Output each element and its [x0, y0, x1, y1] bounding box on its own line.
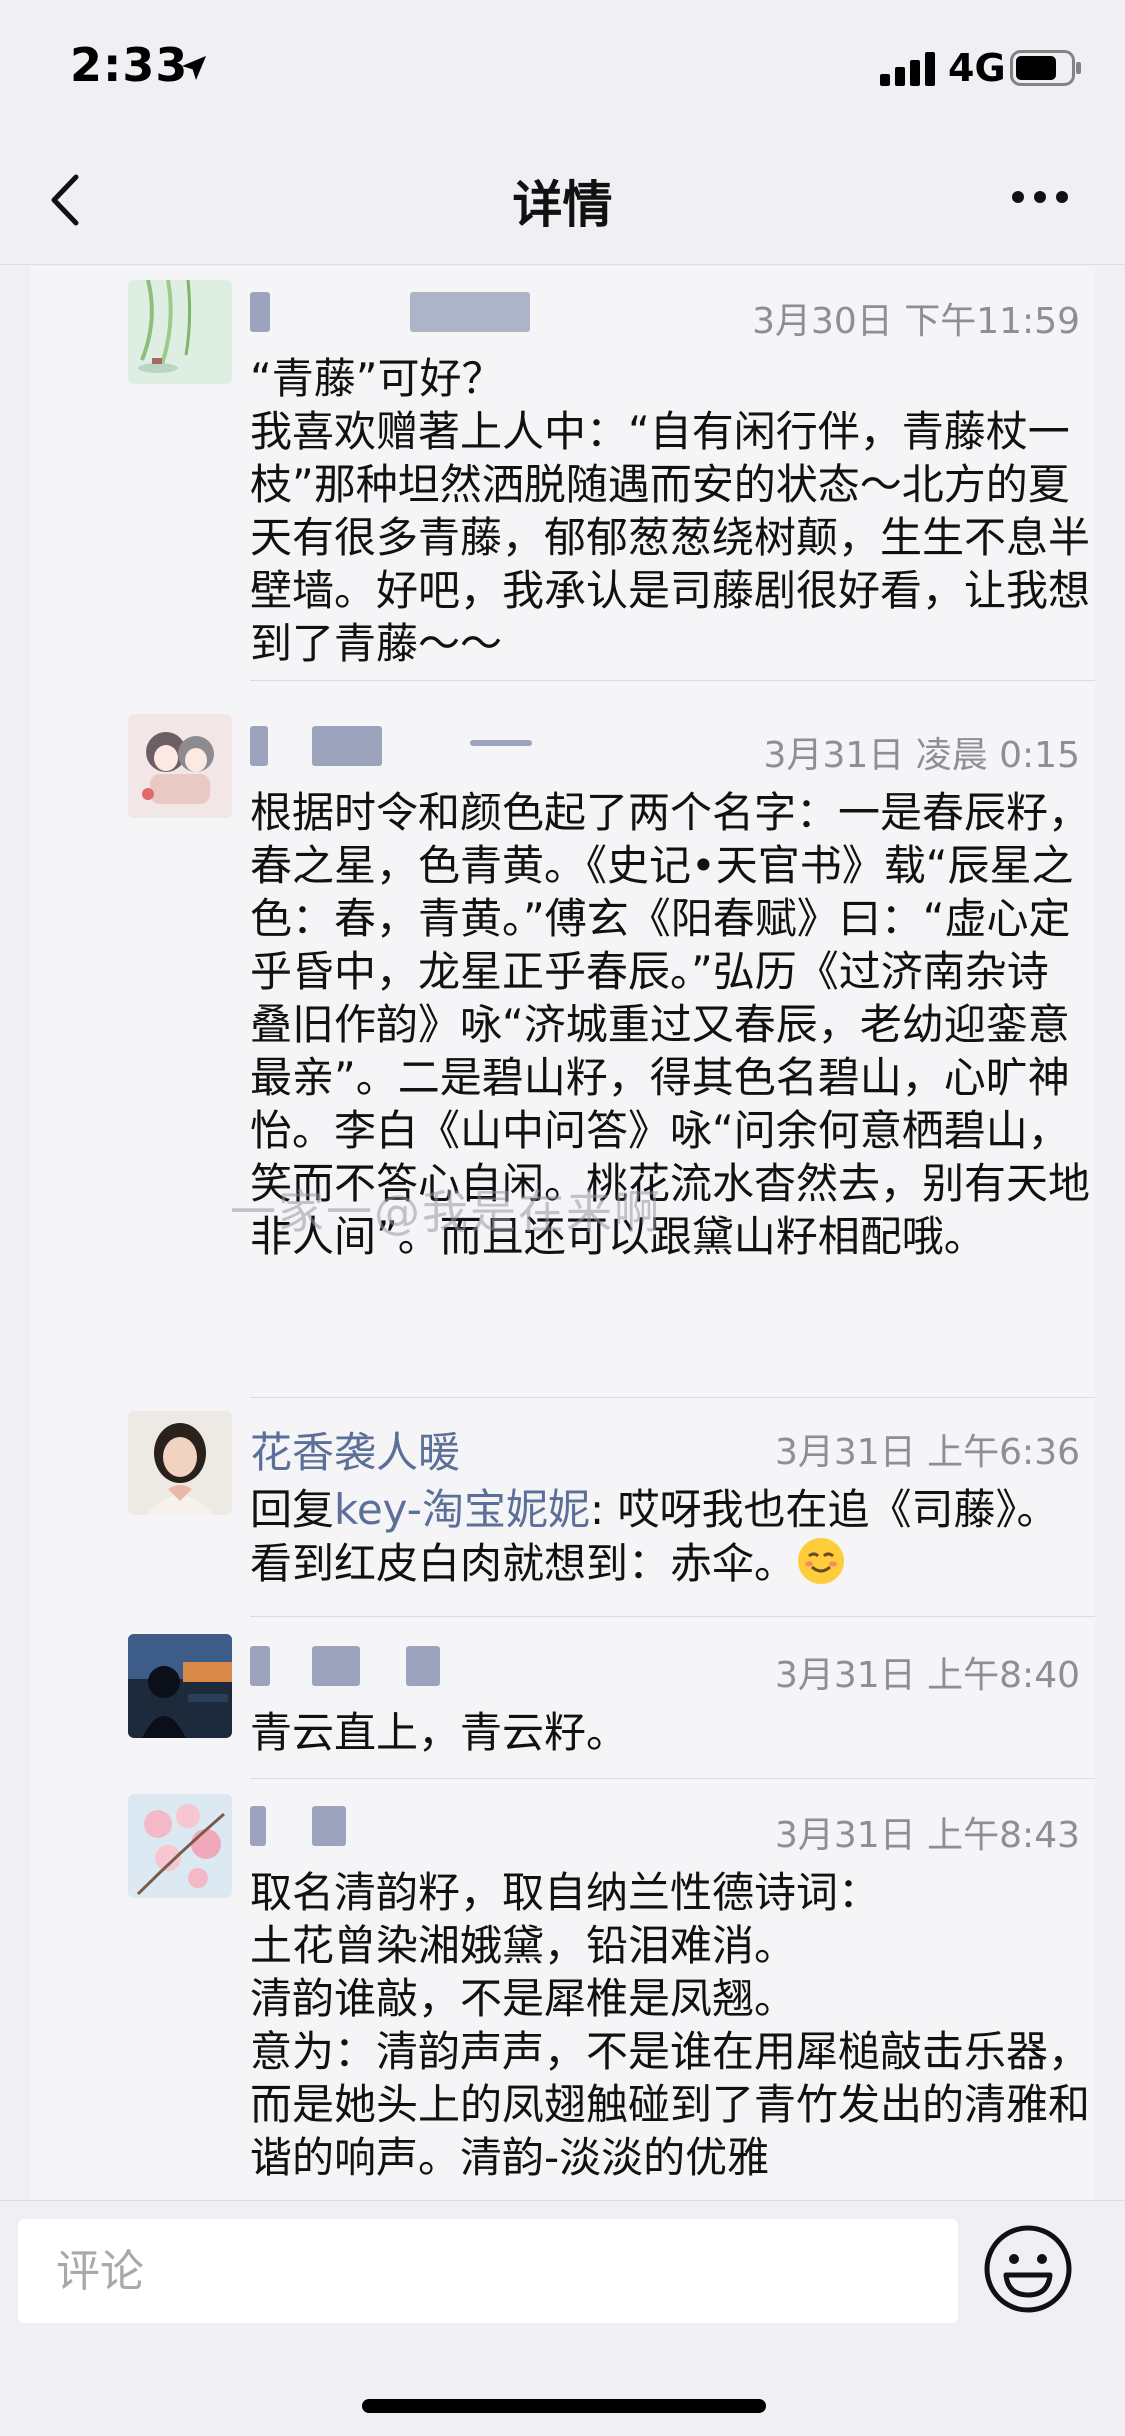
avatar[interactable]	[128, 280, 232, 384]
comment-text: 青云直上，青云籽。	[250, 1708, 629, 1757]
signal-icon	[880, 52, 936, 86]
reply-target-name[interactable]: key-淘宝妮妮	[334, 1485, 590, 1534]
comment-time: 3月31日 上午8:43	[775, 1815, 1080, 1856]
avatar[interactable]	[128, 1794, 232, 1898]
blurred-name	[250, 292, 270, 332]
reply-prefix: 回复	[250, 1485, 335, 1534]
blurred-name	[250, 1646, 270, 1686]
blurred-name	[406, 1646, 440, 1686]
avatar[interactable]	[128, 714, 232, 818]
comment-text: “青藤”可好？ 我喜欢赠著上人中：“自有闲行伴，青藤杖一枝”那种坦然洒脱随遇而安…	[250, 354, 1091, 668]
smiley-emoji-icon[interactable]	[982, 2223, 1074, 2315]
avatar[interactable]	[128, 1411, 232, 1515]
blurred-name	[312, 1646, 360, 1686]
blurred-name	[250, 1806, 266, 1846]
comment-time: 3月31日 凌晨 0:15	[763, 735, 1080, 776]
battery-icon	[1010, 50, 1081, 86]
location-arrow-icon	[182, 56, 206, 80]
page-title: 详情	[512, 176, 613, 234]
divider	[250, 680, 1095, 681]
blurred-name	[312, 726, 382, 766]
blurred-name	[470, 740, 532, 746]
blurred-name	[312, 1806, 346, 1846]
comment-text: 回复key-淘宝妮妮: 哎呀我也在追《司藤》。看到红皮白肉就想到：赤伞。	[250, 1483, 1090, 1590]
home-indicator[interactable]	[362, 2399, 766, 2413]
blurred-name	[410, 292, 530, 332]
avatar[interactable]	[128, 1634, 232, 1738]
comment-bar	[0, 2200, 1125, 2436]
divider	[250, 1778, 1095, 1779]
nav-bar: 详情	[0, 135, 1125, 265]
divider	[250, 1397, 1095, 1398]
more-dots-icon[interactable]	[1010, 185, 1070, 209]
status-time: 2:33	[70, 38, 189, 92]
divider	[250, 1616, 1095, 1617]
comment-time: 3月31日 上午6:36	[775, 1432, 1080, 1473]
blurred-name	[250, 726, 268, 766]
status-bar: 2:33 4G	[0, 0, 1125, 135]
comment-list: 3月30日 下午11:59 “青藤”可好？ 我喜欢赠著上人中：“自有闲行伴，青藤…	[30, 266, 1095, 2201]
commenter-name[interactable]: 花香袭人暖	[250, 1419, 460, 1477]
smiley-emoji-icon	[798, 1538, 845, 1584]
comment-time: 3月30日 下午11:59	[752, 301, 1080, 342]
network-type: 4G	[948, 46, 1006, 90]
comment-text: 取名清韵籽，取自纳兰性德诗词： 土花曾染湘娥黛，铅泪难消。 清韵谁敲，不是犀椎是…	[250, 1868, 1091, 2182]
comment-input[interactable]	[18, 2219, 958, 2323]
comment-time: 3月31日 上午8:40	[775, 1655, 1080, 1696]
watermark: 一家一@我是在来啊	[230, 1185, 662, 1239]
